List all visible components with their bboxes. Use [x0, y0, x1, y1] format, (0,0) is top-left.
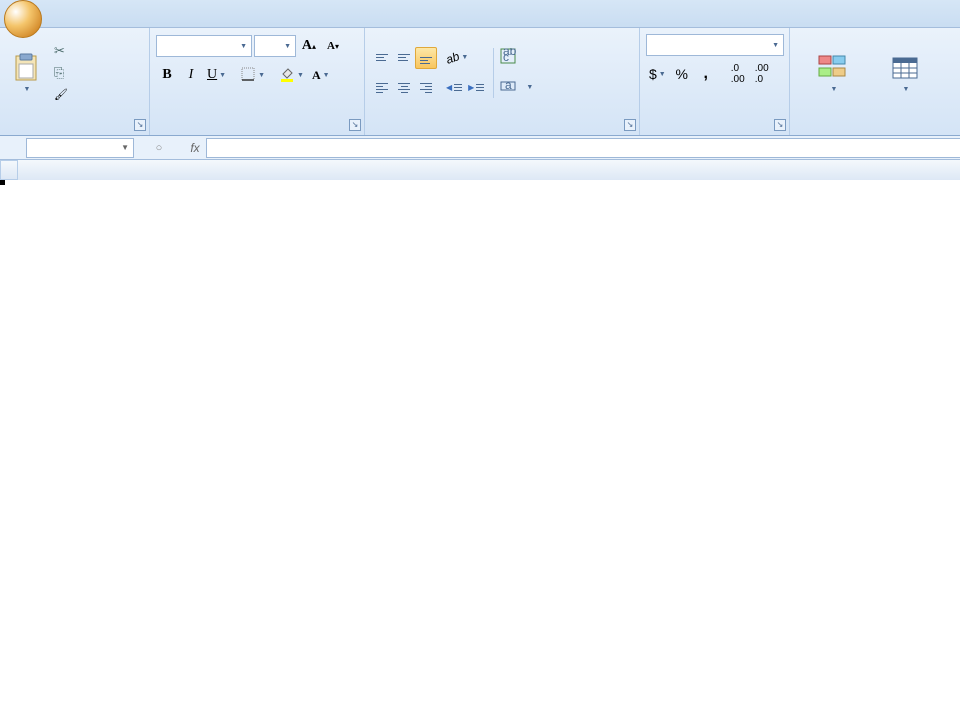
svg-text:c: c — [503, 50, 509, 64]
font-dialog-launcher[interactable]: ↘ — [349, 119, 361, 131]
cancel-enter-area: ○ — [134, 142, 184, 154]
grow-font-button[interactable]: A▴ — [298, 35, 320, 57]
copy-icon — [54, 65, 70, 81]
chevron-down-icon: ▼ — [219, 72, 226, 79]
increase-indent-button[interactable]: ▶ — [465, 77, 487, 99]
align-right-icon — [418, 80, 434, 96]
font-color-icon: A — [312, 68, 321, 83]
comma-button[interactable]: , — [695, 63, 717, 85]
align-bottom-button[interactable] — [415, 47, 437, 69]
align-top-icon — [374, 50, 390, 66]
decrease-indent-icon: ◀ — [446, 83, 462, 92]
decrease-indent-button[interactable]: ◀ — [443, 77, 465, 99]
svg-text:a: a — [505, 78, 512, 92]
orientation-button[interactable]: ab▼ — [443, 47, 471, 69]
align-center-icon — [396, 80, 412, 96]
chevron-down-icon: ▼ — [121, 143, 129, 152]
italic-icon: I — [189, 67, 194, 83]
accounting-format-button[interactable]: $▼ — [646, 63, 669, 85]
shrink-font-icon: A — [327, 40, 335, 52]
formula-bar[interactable] — [206, 138, 960, 158]
shrink-font-button[interactable]: A▾ — [322, 35, 344, 57]
chevron-down-icon: ▼ — [24, 86, 31, 93]
percent-icon: % — [676, 66, 688, 82]
selection-indicator — [0, 180, 4, 184]
chevron-down-icon: ▼ — [903, 86, 910, 93]
align-middle-icon — [396, 50, 412, 66]
comma-icon: , — [704, 65, 708, 83]
bucket-icon — [279, 66, 295, 85]
chevron-down-icon: ▼ — [284, 43, 291, 50]
chevron-down-icon: ▼ — [258, 72, 265, 79]
fill-color-button[interactable]: ▼ — [276, 64, 307, 86]
borders-button[interactable]: ▼ — [237, 64, 268, 86]
increase-indent-icon: ▶ — [468, 83, 484, 92]
chevron-down-icon: ▼ — [240, 43, 247, 50]
align-right-button[interactable] — [415, 77, 437, 99]
underline-button[interactable]: U▼ — [204, 64, 229, 86]
align-top-button[interactable] — [371, 47, 393, 69]
grow-font-icon: A — [302, 38, 312, 54]
chevron-down-icon: ▼ — [659, 71, 666, 78]
conditional-formatting-button[interactable]: ▼ — [794, 37, 872, 109]
spreadsheet-grid[interactable] — [0, 160, 960, 180]
align-left-icon — [374, 80, 390, 96]
number-format-combo[interactable]: ▼ — [646, 34, 784, 56]
underline-icon: U — [207, 67, 217, 83]
align-left-button[interactable] — [371, 77, 393, 99]
merge-center-button[interactable]: a ▼ — [500, 77, 533, 99]
bold-icon: B — [162, 67, 171, 83]
chevron-down-icon: ▼ — [772, 42, 779, 49]
cut-button[interactable] — [50, 40, 78, 62]
italic-button[interactable]: I — [180, 64, 202, 86]
wrap-text-icon: abc — [500, 48, 516, 67]
bold-button[interactable]: B — [156, 64, 178, 86]
conditional-formatting-icon — [817, 52, 849, 84]
select-all-corner[interactable] — [0, 160, 18, 180]
orientation-icon: ab — [444, 49, 461, 67]
chevron-down-icon: ▼ — [831, 86, 838, 93]
chevron-down-icon: ▼ — [461, 54, 468, 61]
paintbrush-icon — [54, 87, 70, 103]
fx-icon[interactable]: fx — [184, 141, 206, 155]
paste-icon — [10, 52, 42, 84]
ribbon: ▼ ↘ ▼ ▼ A▴ A▾ B I U▼ ▼ — [0, 28, 960, 136]
ribbon-tabs — [0, 0, 960, 28]
decrease-decimal-button[interactable]: .00.0 — [751, 63, 773, 85]
copy-button[interactable] — [50, 62, 78, 84]
chevron-down-icon: ▼ — [526, 84, 533, 91]
format-as-table-button[interactable]: ▼ — [874, 37, 936, 109]
office-button[interactable] — [4, 0, 42, 38]
wrap-text-button[interactable]: abc — [500, 47, 533, 69]
align-middle-button[interactable] — [393, 47, 415, 69]
increase-decimal-icon: .0.00 — [731, 63, 745, 85]
merge-icon: a — [500, 78, 516, 97]
percent-button[interactable]: % — [671, 63, 693, 85]
increase-decimal-button[interactable]: .0.00 — [727, 63, 749, 85]
clipboard-dialog-launcher[interactable]: ↘ — [134, 119, 146, 131]
decrease-decimal-icon: .00.0 — [755, 63, 769, 85]
font-family-combo[interactable]: ▼ — [156, 35, 252, 57]
font-color-button[interactable]: A▼ — [309, 64, 333, 86]
chevron-down-icon: ▼ — [297, 72, 304, 79]
name-box[interactable]: ▼ — [26, 138, 134, 158]
paste-button[interactable]: ▼ — [4, 37, 48, 109]
number-dialog-launcher[interactable]: ↘ — [774, 119, 786, 131]
scissors-icon — [54, 43, 70, 59]
align-center-button[interactable] — [393, 77, 415, 99]
format-table-icon — [889, 52, 921, 84]
font-size-combo[interactable]: ▼ — [254, 35, 296, 57]
dollar-icon: $ — [649, 66, 657, 82]
formula-bar-row: ▼ ○ fx — [0, 136, 960, 160]
format-painter-button[interactable] — [50, 84, 78, 106]
alignment-dialog-launcher[interactable]: ↘ — [624, 119, 636, 131]
align-bottom-icon — [418, 50, 434, 66]
chevron-down-icon: ▼ — [323, 72, 330, 79]
borders-icon — [240, 66, 256, 85]
